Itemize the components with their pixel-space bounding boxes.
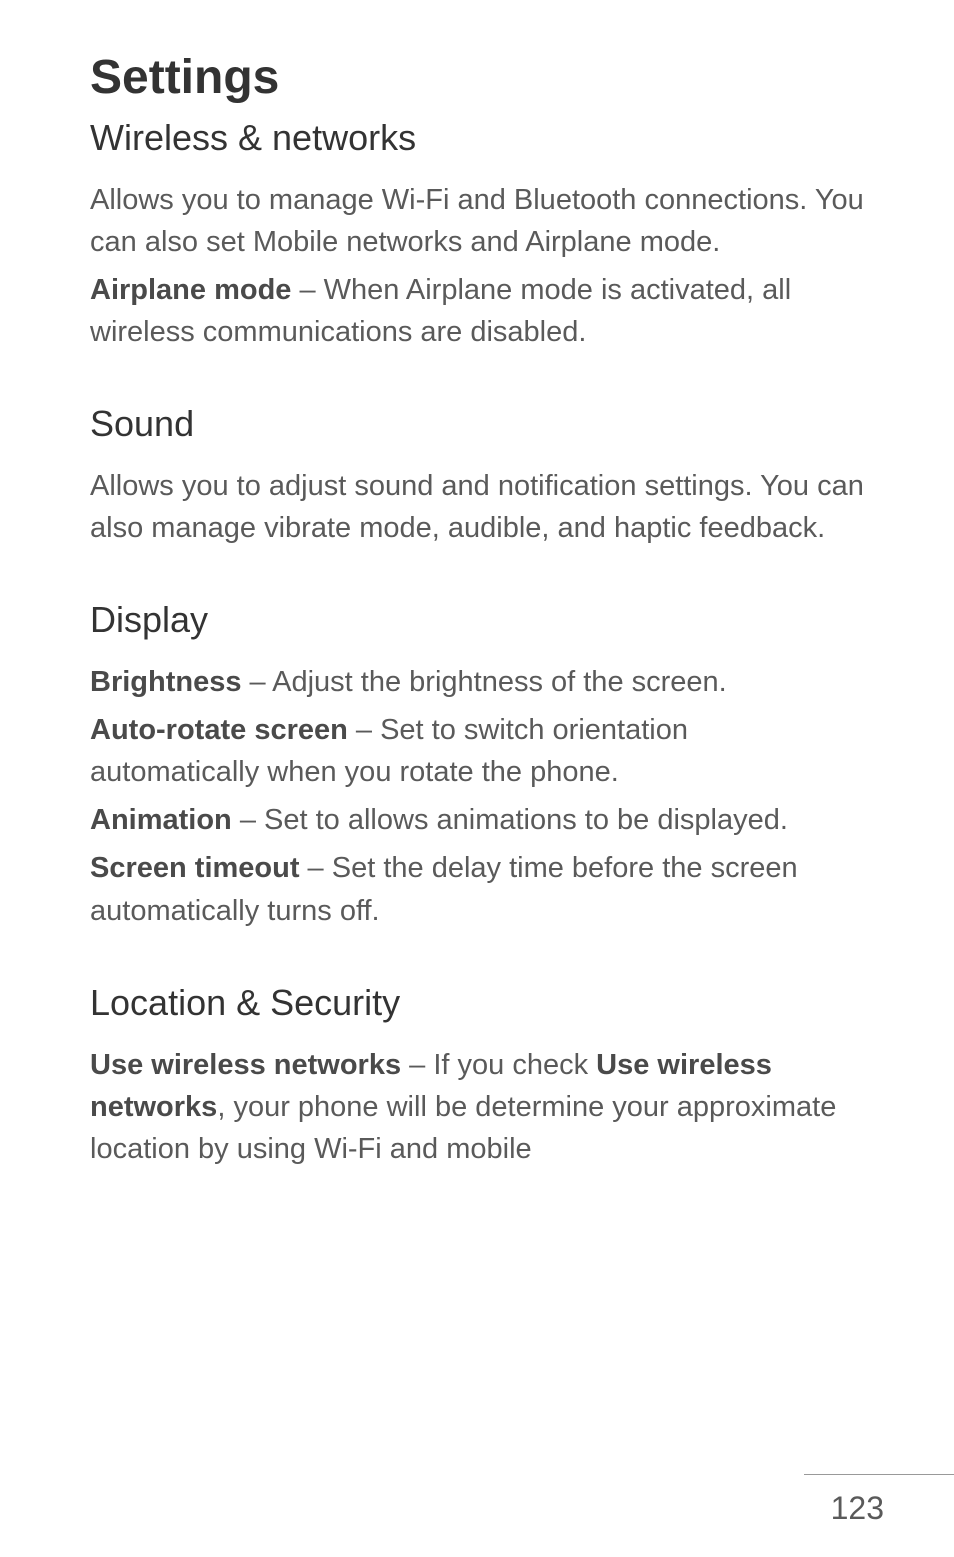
section-heading-wireless: Wireless & networks xyxy=(90,117,864,159)
section-heading-location: Location & Security xyxy=(90,982,864,1024)
use-wireless-mid: – If you check xyxy=(401,1049,596,1081)
page-number-divider xyxy=(804,1474,954,1475)
brightness-paragraph: Brightness – Adjust the brightness of th… xyxy=(90,661,864,703)
use-wireless-paragraph: Use wireless networks – If you check Use… xyxy=(90,1044,864,1170)
animation-label: Animation xyxy=(90,804,232,836)
sound-text: Allows you to adjust sound and notificat… xyxy=(90,465,864,549)
autorotate-paragraph: Auto-rotate screen – Set to switch orien… xyxy=(90,709,864,793)
timeout-paragraph: Screen timeout – Set the delay time befo… xyxy=(90,847,864,931)
airplane-mode-paragraph: Airplane mode – When Airplane mode is ac… xyxy=(90,269,864,353)
animation-paragraph: Animation – Set to allows animations to … xyxy=(90,799,864,841)
section-heading-sound: Sound xyxy=(90,403,864,445)
animation-text: – Set to allows animations to be display… xyxy=(232,804,788,836)
timeout-label: Screen timeout xyxy=(90,852,300,884)
section-heading-display: Display xyxy=(90,599,864,641)
wireless-intro-text: Allows you to manage Wi-Fi and Bluetooth… xyxy=(90,179,864,263)
airplane-mode-label: Airplane mode xyxy=(90,274,291,306)
page-number: 123 xyxy=(831,1490,884,1527)
autorotate-label: Auto-rotate screen xyxy=(90,714,348,746)
brightness-text: – Adjust the brightness of the screen. xyxy=(241,666,726,698)
brightness-label: Brightness xyxy=(90,666,241,698)
page-title: Settings xyxy=(90,50,864,105)
use-wireless-label: Use wireless networks xyxy=(90,1049,401,1081)
